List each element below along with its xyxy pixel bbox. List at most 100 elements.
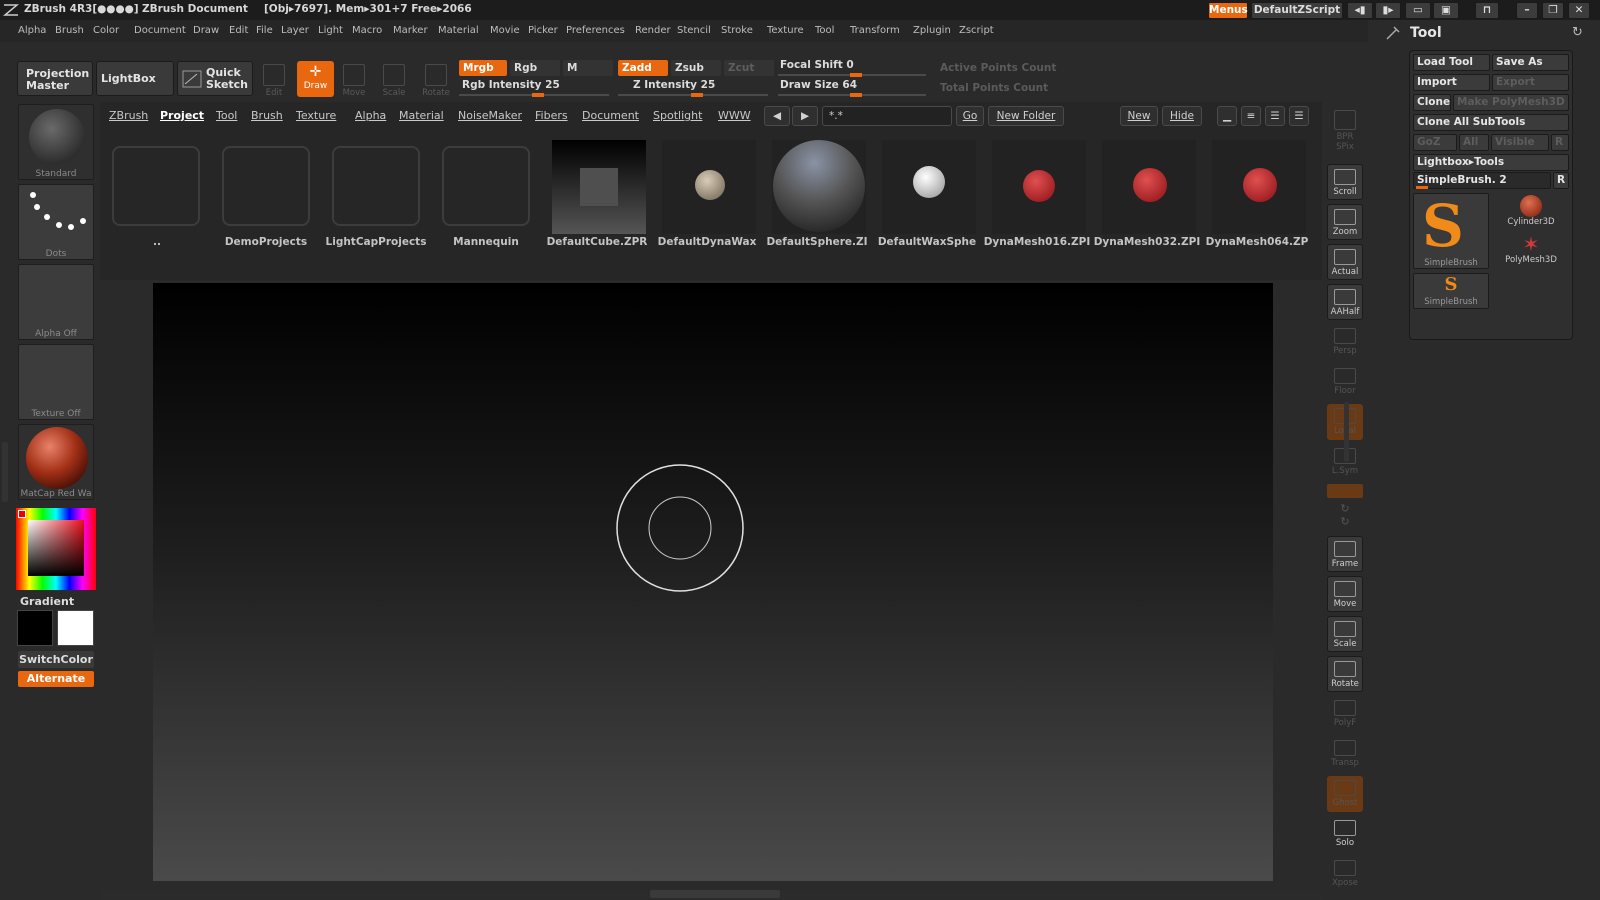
tab-texture[interactable]: Texture: [296, 109, 336, 122]
project-dynamesh064[interactable]: [1212, 140, 1306, 234]
next-arrow-icon[interactable]: ▶: [792, 106, 818, 126]
menu-document[interactable]: Document: [134, 25, 186, 36]
switchcolor-button[interactable]: SwitchColor: [18, 651, 94, 668]
menu-color[interactable]: Color: [93, 25, 119, 36]
tray-right-icon[interactable]: ▮▸: [1375, 2, 1401, 19]
rotation-axis-icons[interactable]: ↻ ↻: [1336, 502, 1354, 532]
tab-alpha[interactable]: Alpha: [355, 109, 386, 122]
polymesh3d-thumbnail[interactable]: ✶ PolyMesh3D: [1494, 233, 1568, 269]
rgb-toggle[interactable]: Rgb: [510, 60, 560, 76]
left-tray-handle[interactable]: [2, 442, 8, 502]
export-button[interactable]: Export: [1492, 74, 1569, 91]
tool-refresh-icon[interactable]: ↻: [1572, 25, 1583, 40]
polyf-button[interactable]: PolyF: [1327, 696, 1363, 732]
z-intensity-handle[interactable]: [691, 93, 703, 97]
draw-button[interactable]: ✛ Draw: [297, 61, 334, 97]
filter-input[interactable]: *.*: [822, 106, 952, 126]
view-medium-icon[interactable]: ≡: [1241, 106, 1261, 126]
tab-brush[interactable]: Brush: [251, 109, 283, 122]
transp-button[interactable]: Transp: [1327, 736, 1363, 772]
material-thumbnail[interactable]: MatCap Red Wa: [18, 424, 94, 500]
secondary-color-swatch[interactable]: [57, 610, 94, 646]
menu-macro[interactable]: Macro: [352, 25, 382, 36]
folder-up-icon[interactable]: [112, 146, 200, 226]
persp-button[interactable]: Persp: [1327, 324, 1363, 360]
menu-alpha[interactable]: Alpha: [18, 25, 46, 36]
menu-transform[interactable]: Transform: [850, 25, 900, 36]
bpr-button[interactable]: BPR: [1327, 106, 1363, 142]
tab-spotlight[interactable]: Spotlight: [653, 109, 702, 122]
zoom-button[interactable]: Zoom: [1327, 204, 1363, 240]
zsub-toggle[interactable]: Zsub: [671, 60, 721, 76]
project-defaultcube[interactable]: [552, 140, 646, 234]
tab-material[interactable]: Material: [399, 109, 444, 122]
menu-stencil[interactable]: Stencil: [677, 25, 711, 36]
menu-brush[interactable]: Brush: [55, 25, 84, 36]
bottom-tray-handle[interactable]: [650, 890, 780, 898]
new-folder-button[interactable]: New Folder: [988, 106, 1064, 126]
project-dynamesh032[interactable]: [1102, 140, 1196, 234]
quick-sketch-button[interactable]: Quick Sketch: [177, 61, 253, 96]
menu-draw[interactable]: Draw: [193, 25, 219, 36]
import-button[interactable]: Import: [1413, 74, 1490, 91]
tab-zbrush[interactable]: ZBrush: [109, 109, 148, 122]
tab-project[interactable]: Project: [160, 109, 204, 122]
frame-button[interactable]: Frame: [1327, 536, 1363, 572]
make-polymesh3d-button[interactable]: Make PolyMesh3D: [1453, 94, 1569, 111]
xyz-toggle[interactable]: [1327, 484, 1363, 498]
edit-button[interactable]: Edit: [259, 64, 289, 98]
alpha-thumbnail[interactable]: Alpha Off: [18, 264, 94, 340]
draw-size-handle[interactable]: [850, 93, 862, 97]
new-button[interactable]: New: [1120, 106, 1158, 126]
color-square[interactable]: [28, 520, 84, 576]
lightbox-tools-button[interactable]: Lightbox▸Tools: [1413, 154, 1569, 171]
project-dynamesh016[interactable]: [992, 140, 1086, 234]
color-picker[interactable]: [16, 508, 96, 590]
zadd-toggle[interactable]: Zadd: [618, 60, 668, 76]
menu-marker[interactable]: Marker: [393, 25, 428, 36]
prev-arrow-icon[interactable]: ◀: [764, 106, 790, 126]
goz-r-button[interactable]: R: [1551, 134, 1569, 151]
layout-alt-icon[interactable]: ▣: [1433, 2, 1459, 19]
tab-document[interactable]: Document: [582, 109, 639, 122]
rotate-button[interactable]: Rotate: [419, 64, 453, 98]
scale-view-button[interactable]: Scale: [1327, 616, 1363, 652]
maximize-icon[interactable]: ❐: [1542, 2, 1564, 19]
folder-mannequin-icon[interactable]: [442, 146, 530, 226]
menu-zscript[interactable]: Zscript: [959, 25, 994, 36]
texture-thumbnail[interactable]: Texture Off: [18, 344, 94, 420]
m-toggle[interactable]: M: [563, 60, 613, 76]
projection-master-button[interactable]: Projection Master: [17, 61, 93, 96]
goz-visible-button[interactable]: Visible: [1491, 134, 1549, 151]
folder-demoprojects-icon[interactable]: [222, 146, 310, 226]
tab-noisemaker[interactable]: NoiseMaker: [458, 109, 522, 122]
default-zscript-button[interactable]: DefaultZScript: [1251, 2, 1343, 19]
simplebrush-small-thumbnail[interactable]: S SimpleBrush: [1413, 273, 1489, 309]
menu-zplugin[interactable]: Zplugin: [913, 25, 951, 36]
clone-all-subtools-button[interactable]: Clone All SubTools: [1413, 114, 1569, 131]
project-defaultwaxsphere[interactable]: [882, 140, 976, 234]
save-as-button[interactable]: Save As: [1492, 54, 1569, 71]
project-defaultsphere[interactable]: [772, 140, 866, 234]
menu-material[interactable]: Material: [438, 25, 479, 36]
tray-left-icon[interactable]: ◂▮: [1347, 2, 1373, 19]
lock-icon[interactable]: ⊓: [1475, 2, 1499, 19]
focal-shift-handle[interactable]: [850, 73, 862, 77]
rotate-view-button[interactable]: Rotate: [1327, 656, 1363, 692]
tab-www[interactable]: WWW: [718, 109, 751, 122]
menu-texture[interactable]: Texture: [767, 25, 804, 36]
stroke-thumbnail[interactable]: Dots: [18, 184, 94, 260]
scale-button[interactable]: Scale: [379, 64, 409, 98]
goz-all-button[interactable]: All: [1459, 134, 1489, 151]
alternate-button[interactable]: Alternate: [18, 671, 94, 687]
clone-button[interactable]: Clone: [1413, 94, 1451, 111]
menu-movie[interactable]: Movie: [490, 25, 520, 36]
project-defaultdynawax[interactable]: [662, 140, 756, 234]
layout-icon[interactable]: ▭: [1405, 2, 1431, 19]
view-small-icon[interactable]: ▁: [1217, 106, 1237, 126]
floor-button[interactable]: Floor: [1327, 364, 1363, 400]
current-tool-slider[interactable]: SimpleBrush. 2: [1413, 172, 1551, 189]
menu-render[interactable]: Render: [635, 25, 671, 36]
zcut-toggle[interactable]: Zcut: [724, 60, 774, 76]
menu-picker[interactable]: Picker: [528, 25, 558, 36]
